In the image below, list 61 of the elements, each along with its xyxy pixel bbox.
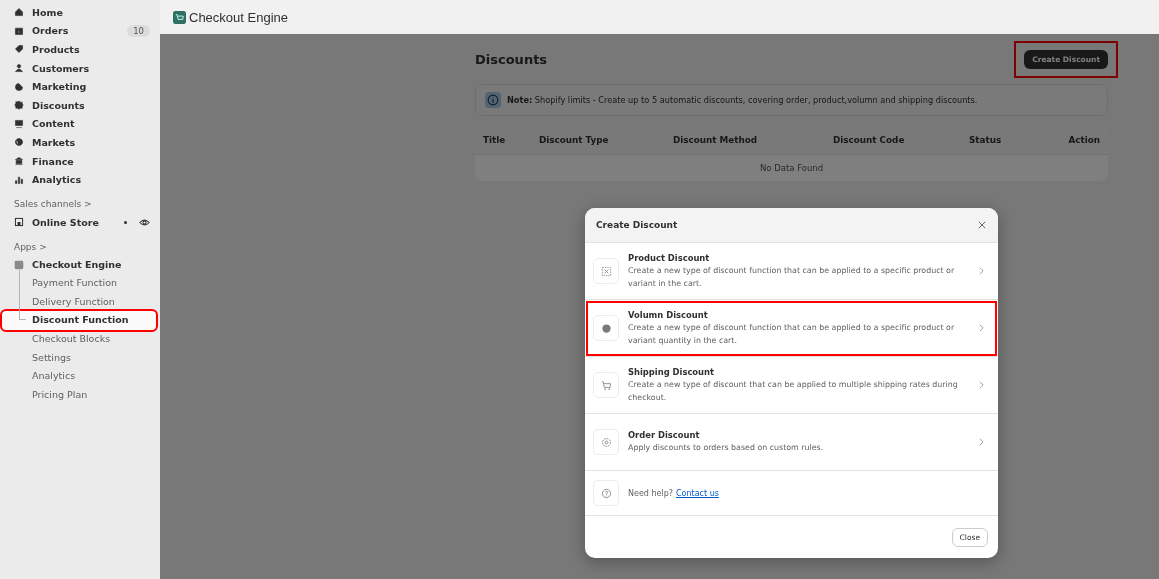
nav-item[interactable]: Orders 10 — [0, 21, 160, 41]
image-icon — [14, 118, 24, 129]
sub-nav-item[interactable]: Delivery Function — [2, 292, 156, 312]
column-header: Title — [483, 135, 507, 145]
chevron-right-icon — [979, 381, 984, 389]
column-header: Discount Method — [673, 135, 759, 145]
nav-item[interactable]: Analytics — [0, 170, 160, 189]
nav-item[interactable]: Customers — [0, 58, 160, 78]
chevron-right-icon — [979, 438, 984, 446]
globe-icon — [14, 137, 24, 148]
column-header: Action — [1067, 135, 1100, 145]
column-header: Status — [969, 135, 1003, 145]
nav-item[interactable]: Markets — [0, 133, 160, 152]
store-icon — [14, 217, 24, 228]
option-title: Order Discount — [628, 430, 701, 440]
nav-item[interactable]: Marketing — [0, 77, 160, 96]
house-icon — [14, 7, 24, 18]
sub-nav-item[interactable]: Checkout Blocks — [2, 329, 156, 349]
person-icon — [14, 63, 24, 74]
sub-nav-item[interactable]: Pricing Plan — [2, 385, 156, 405]
help-text: Need help? — [628, 488, 673, 498]
cart-icon — [600, 379, 612, 391]
question-icon — [600, 487, 612, 499]
column-header: Discount Type — [539, 135, 610, 145]
nav-item[interactable]: Content — [0, 114, 160, 134]
nav-item[interactable]: Finance — [0, 151, 160, 171]
contact-link[interactable]: Contact us — [676, 488, 719, 498]
cart-icon — [173, 10, 186, 24]
nav-item[interactable]: Discounts — [0, 95, 160, 115]
tray-icon — [14, 25, 24, 36]
app-title: Checkout Engine — [189, 9, 288, 25]
column-header: Discount Code — [833, 135, 906, 145]
status-dot — [124, 220, 127, 224]
eye-icon[interactable] — [139, 216, 150, 228]
nav-item[interactable]: Home — [0, 3, 160, 22]
option-title: Shipping Discount — [628, 366, 716, 377]
nav-item[interactable]: Online Store — [0, 212, 160, 232]
bar-chart-icon — [14, 174, 24, 185]
option-title: Volumn Discount — [628, 309, 709, 320]
note-text: Note: Shopify limits - Create up to 5 automatic discounts, covering order, product,volumn and shipping discounts. — [507, 95, 978, 105]
section-heading[interactable]: Sales channels > — [0, 188, 160, 213]
dialog-title: Create Discount — [596, 220, 678, 230]
tag-icon — [14, 44, 24, 55]
info-icon — [485, 92, 501, 108]
nav-item[interactable]: Products — [0, 40, 160, 59]
sub-nav-item[interactable]: Settings — [2, 348, 156, 368]
sub-nav-item[interactable]: Discount Function — [2, 311, 156, 330]
section-heading[interactable]: Apps > — [0, 231, 160, 256]
chevron-right-icon — [979, 324, 984, 332]
nav-item[interactable]: Checkout Engine — [0, 255, 160, 275]
sub-nav-item[interactable]: Payment Function — [2, 274, 156, 293]
option-title: Product Discount — [628, 252, 711, 263]
bank-icon — [14, 156, 24, 167]
page-title: Discounts — [475, 51, 548, 67]
app-icon — [14, 259, 24, 270]
empty-message: No Data Found — [758, 162, 825, 175]
chevron-right-icon — [979, 267, 984, 275]
close-icon[interactable] — [978, 221, 986, 229]
dashed-square-icon — [600, 265, 612, 277]
sub-nav-item[interactable]: Analytics — [2, 367, 156, 386]
count-badge: 10 — [127, 24, 150, 37]
